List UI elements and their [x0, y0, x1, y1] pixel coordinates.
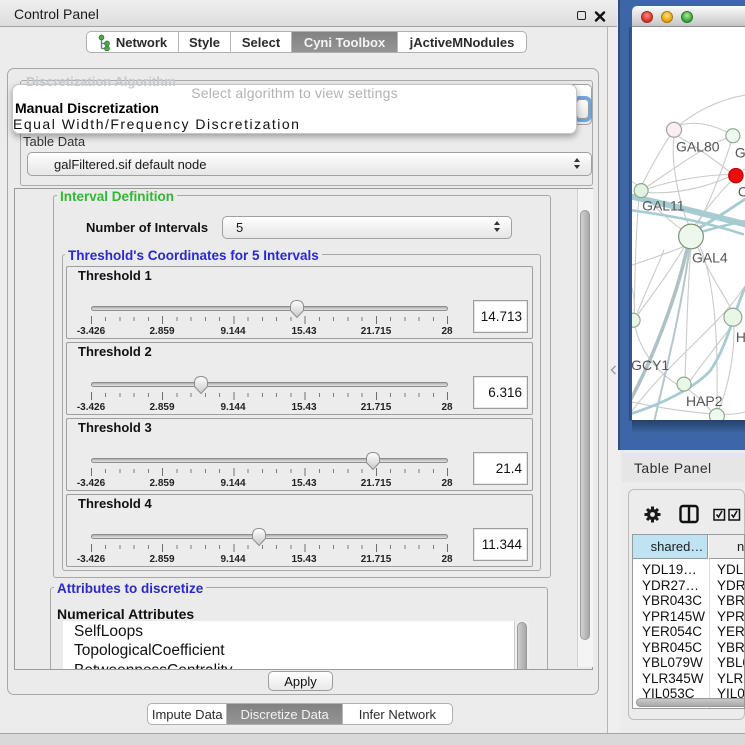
svg-text:H: H: [736, 329, 745, 345]
svg-text:HAP2: HAP2: [686, 393, 723, 409]
svg-text:GCY1: GCY1: [632, 357, 669, 373]
svg-text:GA: GA: [735, 145, 745, 161]
svg-text:CR: CR: [738, 184, 745, 200]
svg-text:GAL11: GAL11: [642, 198, 685, 214]
svg-text:GAL4: GAL4: [692, 249, 728, 265]
svg-text:GAL80: GAL80: [676, 139, 720, 155]
